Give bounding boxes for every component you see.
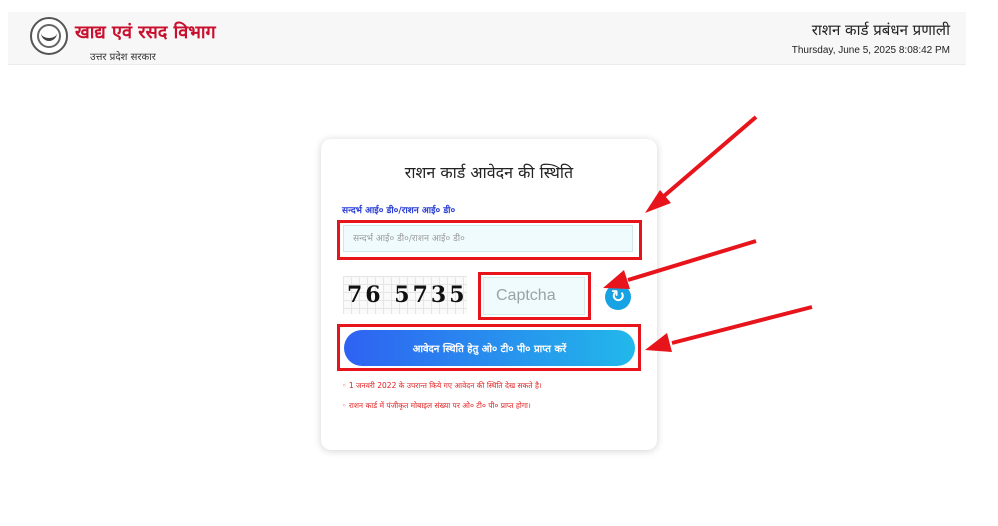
- red-arrow-icon: [603, 239, 757, 289]
- annotation-arrows: [603, 115, 813, 352]
- red-arrow-icon: [645, 115, 758, 213]
- red-arrow-icon: [645, 305, 813, 352]
